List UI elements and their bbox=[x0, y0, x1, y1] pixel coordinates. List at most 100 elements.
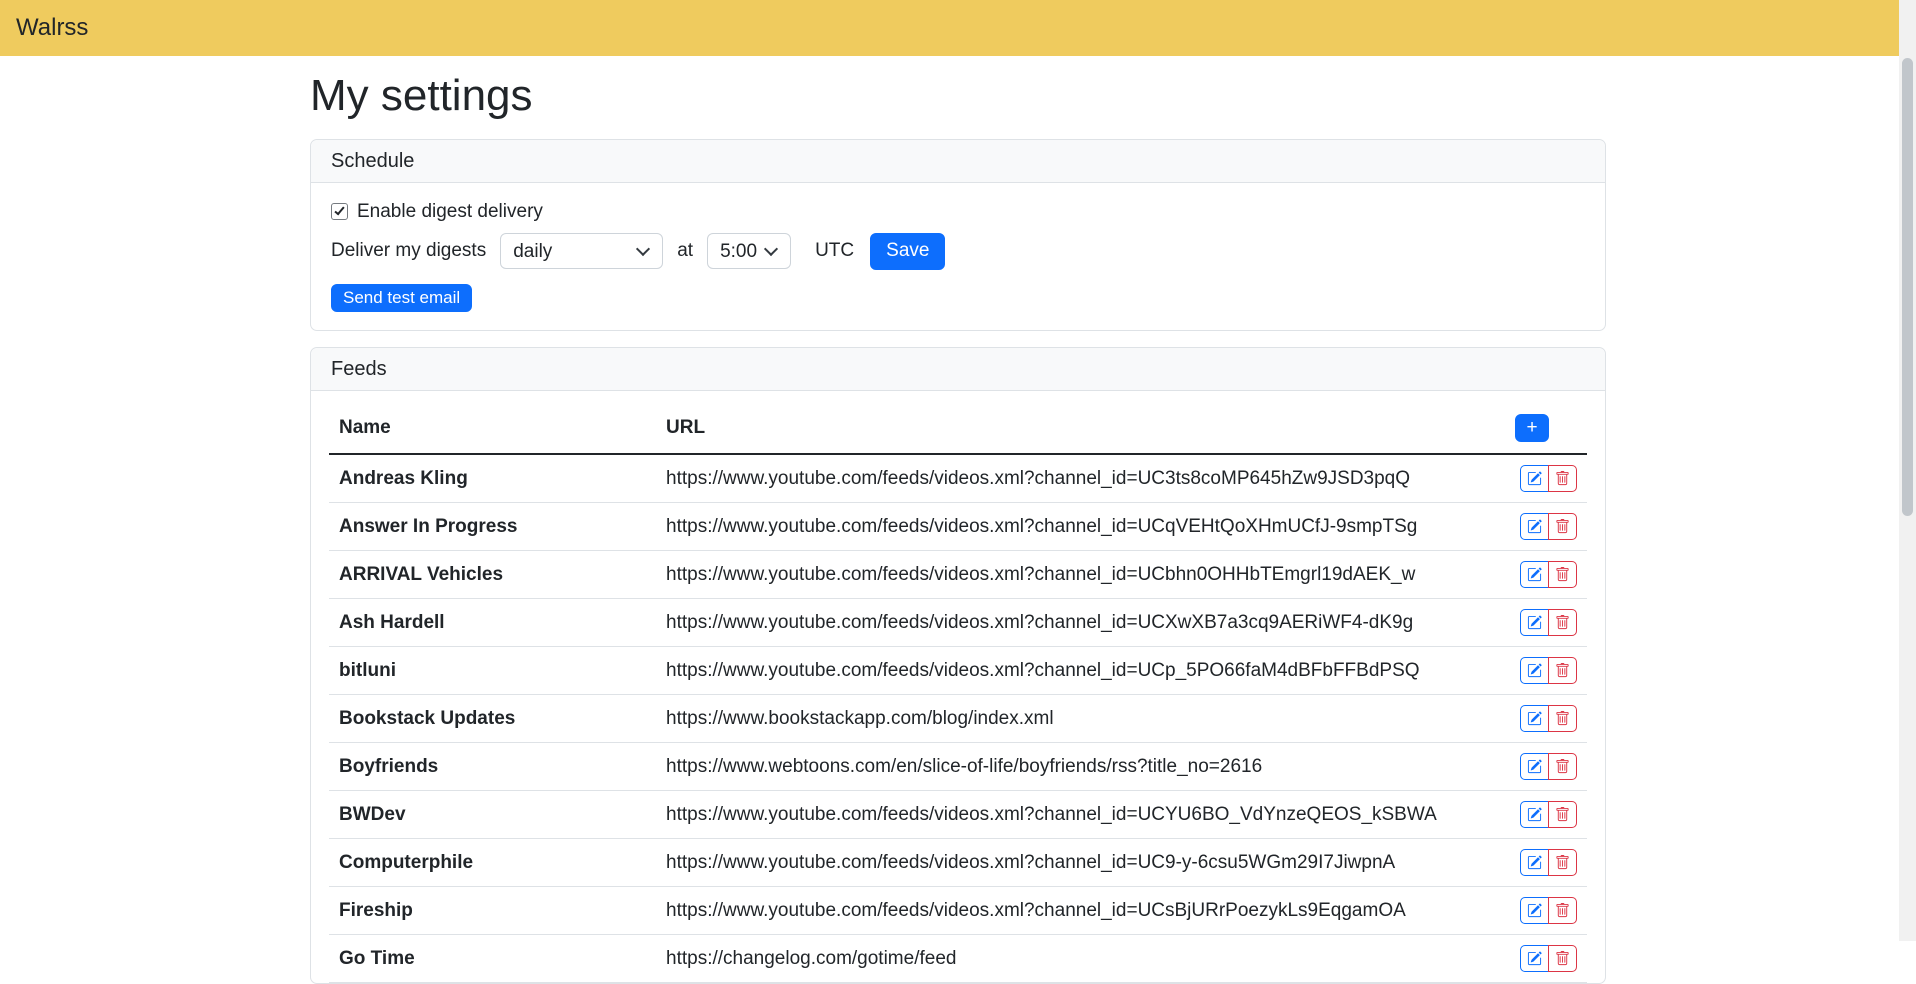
feed-url: https://changelog.com/gotime/feed bbox=[656, 934, 1487, 982]
table-row: Andreas Kling https://www.youtube.com/fe… bbox=[329, 454, 1587, 503]
table-row: Bookstack Updates https://www.bookstacka… bbox=[329, 694, 1587, 742]
schedule-card: Schedule Enable digest delivery Deliver … bbox=[310, 139, 1606, 331]
edit-feed-button[interactable] bbox=[1520, 609, 1549, 636]
feeds-table-head: Name URL + bbox=[329, 403, 1587, 454]
scrollbar-thumb[interactable] bbox=[1902, 58, 1913, 516]
main-container: My settings Schedule Enable digest deliv… bbox=[310, 56, 1606, 984]
delete-feed-button[interactable] bbox=[1548, 897, 1577, 924]
column-header-url: URL bbox=[656, 403, 1487, 454]
delete-feed-button[interactable] bbox=[1548, 609, 1577, 636]
enable-digest-row[interactable]: Enable digest delivery bbox=[331, 201, 1585, 223]
feed-name: Boyfriends bbox=[329, 742, 656, 790]
delete-feed-button[interactable] bbox=[1548, 753, 1577, 780]
feed-name: Bookstack Updates bbox=[329, 694, 656, 742]
feed-url: https://www.youtube.com/feeds/videos.xml… bbox=[656, 646, 1487, 694]
table-row: bitluni https://www.youtube.com/feeds/vi… bbox=[329, 646, 1587, 694]
delete-feed-button[interactable] bbox=[1548, 801, 1577, 828]
feed-url: https://www.youtube.com/feeds/videos.xml… bbox=[656, 598, 1487, 646]
trash-icon bbox=[1555, 855, 1570, 870]
schedule-form-row: Deliver my digests daily at 5:00 UTC Sav… bbox=[331, 233, 1585, 270]
enable-digest-checkbox[interactable] bbox=[331, 203, 348, 220]
edit-feed-button[interactable] bbox=[1520, 561, 1549, 588]
feeds-table-body: Andreas Kling https://www.youtube.com/fe… bbox=[329, 454, 1587, 983]
feed-url: https://www.webtoons.com/en/slice-of-lif… bbox=[656, 742, 1487, 790]
feed-actions bbox=[1487, 838, 1587, 886]
feed-name: Computerphile bbox=[329, 838, 656, 886]
feed-actions bbox=[1487, 934, 1587, 982]
frequency-select-wrap: daily bbox=[500, 233, 663, 269]
pencil-square-icon bbox=[1527, 807, 1542, 822]
delete-feed-button[interactable] bbox=[1548, 657, 1577, 684]
edit-feed-button[interactable] bbox=[1520, 945, 1549, 972]
column-header-actions: + bbox=[1487, 403, 1587, 454]
pencil-square-icon bbox=[1527, 903, 1542, 918]
pencil-square-icon bbox=[1527, 759, 1542, 774]
enable-digest-label: Enable digest delivery bbox=[357, 201, 543, 223]
time-select-wrap: 5:00 bbox=[707, 233, 791, 269]
feed-name: bitluni bbox=[329, 646, 656, 694]
table-row: Computerphile https://www.youtube.com/fe… bbox=[329, 838, 1587, 886]
trash-icon bbox=[1555, 663, 1570, 678]
table-row: Go Time https://changelog.com/gotime/fee… bbox=[329, 934, 1587, 982]
trash-icon bbox=[1555, 519, 1570, 534]
delete-feed-button[interactable] bbox=[1548, 945, 1577, 972]
edit-feed-button[interactable] bbox=[1520, 849, 1549, 876]
feeds-table: Name URL + Andreas Kling https://www.you… bbox=[329, 403, 1587, 983]
feed-actions bbox=[1487, 694, 1587, 742]
feed-name: ARRIVAL Vehicles bbox=[329, 550, 656, 598]
feed-url: https://www.youtube.com/feeds/videos.xml… bbox=[656, 502, 1487, 550]
feed-actions bbox=[1487, 790, 1587, 838]
feed-actions bbox=[1487, 454, 1587, 503]
edit-feed-button[interactable] bbox=[1520, 513, 1549, 540]
table-row: BWDev https://www.youtube.com/feeds/vide… bbox=[329, 790, 1587, 838]
check-mark-icon bbox=[334, 205, 344, 216]
feed-name: Ash Hardell bbox=[329, 598, 656, 646]
pencil-square-icon bbox=[1527, 663, 1542, 678]
scrollbar[interactable] bbox=[1899, 0, 1916, 941]
table-row: ARRIVAL Vehicles https://www.youtube.com… bbox=[329, 550, 1587, 598]
pencil-square-icon bbox=[1527, 711, 1542, 726]
trash-icon bbox=[1555, 567, 1570, 582]
add-feed-button[interactable]: + bbox=[1515, 414, 1549, 442]
page-title: My settings bbox=[310, 70, 1606, 123]
pencil-square-icon bbox=[1527, 567, 1542, 582]
feed-actions bbox=[1487, 646, 1587, 694]
schedule-card-body: Enable digest delivery Deliver my digest… bbox=[311, 183, 1605, 330]
edit-feed-button[interactable] bbox=[1520, 657, 1549, 684]
navbar-brand[interactable]: Walrss bbox=[16, 14, 88, 42]
delete-feed-button[interactable] bbox=[1548, 849, 1577, 876]
feeds-card: Feeds Name URL + Andreas Kli bbox=[310, 347, 1606, 984]
feed-name: Answer In Progress bbox=[329, 502, 656, 550]
feed-actions bbox=[1487, 502, 1587, 550]
feed-url: https://www.youtube.com/feeds/videos.xml… bbox=[656, 454, 1487, 503]
pencil-square-icon bbox=[1527, 471, 1542, 486]
trash-icon bbox=[1555, 615, 1570, 630]
delete-feed-button[interactable] bbox=[1548, 705, 1577, 732]
navbar: Walrss bbox=[0, 0, 1916, 56]
column-header-name: Name bbox=[329, 403, 656, 454]
trash-icon bbox=[1555, 903, 1570, 918]
edit-feed-button[interactable] bbox=[1520, 801, 1549, 828]
trash-icon bbox=[1555, 807, 1570, 822]
feed-name: Go Time bbox=[329, 934, 656, 982]
send-test-email-button[interactable]: Send test email bbox=[331, 284, 472, 312]
feed-url: https://www.youtube.com/feeds/videos.xml… bbox=[656, 886, 1487, 934]
edit-feed-button[interactable] bbox=[1520, 897, 1549, 924]
edit-feed-button[interactable] bbox=[1520, 465, 1549, 492]
timezone-label: UTC bbox=[815, 240, 854, 262]
edit-feed-button[interactable] bbox=[1520, 753, 1549, 780]
delete-feed-button[interactable] bbox=[1548, 513, 1577, 540]
delete-feed-button[interactable] bbox=[1548, 465, 1577, 492]
feed-name: BWDev bbox=[329, 790, 656, 838]
feed-actions bbox=[1487, 598, 1587, 646]
feed-url: https://www.youtube.com/feeds/videos.xml… bbox=[656, 550, 1487, 598]
table-row: Ash Hardell https://www.youtube.com/feed… bbox=[329, 598, 1587, 646]
trash-icon bbox=[1555, 759, 1570, 774]
delete-feed-button[interactable] bbox=[1548, 561, 1577, 588]
feeds-card-body: Name URL + Andreas Kling https://www.you… bbox=[311, 391, 1605, 983]
edit-feed-button[interactable] bbox=[1520, 705, 1549, 732]
save-button[interactable]: Save bbox=[870, 233, 945, 270]
frequency-select[interactable]: daily bbox=[500, 233, 663, 269]
table-row: Answer In Progress https://www.youtube.c… bbox=[329, 502, 1587, 550]
time-select[interactable]: 5:00 bbox=[707, 233, 791, 269]
